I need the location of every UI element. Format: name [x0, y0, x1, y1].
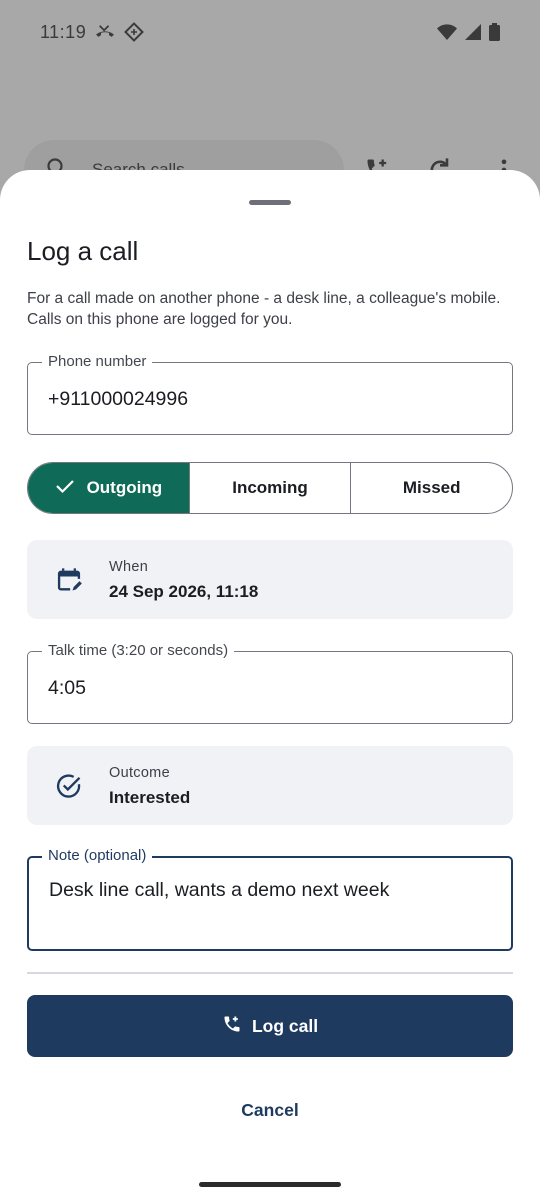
- call-direction-selector: Outgoing Incoming Missed: [27, 462, 513, 514]
- log-call-sheet: Log a call For a call made on another ph…: [0, 170, 540, 1200]
- log-call-button[interactable]: Log call: [27, 995, 513, 1057]
- segment-missed[interactable]: Missed: [351, 463, 512, 513]
- phone-number-label: Phone number: [42, 353, 153, 371]
- talk-time-field[interactable]: Talk time (3:20 or seconds) 4:05: [27, 642, 513, 724]
- cancel-button-label: Cancel: [241, 1099, 299, 1120]
- check-circle-icon: [55, 772, 83, 805]
- segment-missed-label: Missed: [402, 478, 461, 497]
- wifi-icon: [437, 24, 457, 40]
- missed-call-icon: [94, 24, 116, 40]
- note-value[interactable]: Desk line call, wants a demo next week: [49, 879, 389, 902]
- talk-time-label: Talk time (3:20 or seconds): [42, 642, 235, 660]
- check-icon: [55, 478, 75, 499]
- drag-handle[interactable]: [249, 200, 291, 205]
- sheet-description: For a call made on another phone - a des…: [27, 290, 501, 328]
- segment-incoming[interactable]: Incoming: [190, 463, 352, 513]
- outcome-card[interactable]: Outcome Interested: [27, 746, 513, 825]
- note-label: Note (optional): [42, 847, 153, 865]
- when-label: When: [109, 559, 149, 575]
- talk-time-value[interactable]: 4:05: [48, 677, 86, 700]
- gesture-navigation-bar[interactable]: [199, 1182, 341, 1187]
- when-card[interactable]: When 24 Sep 2026, 11:18: [27, 540, 513, 619]
- outcome-label: Outcome: [109, 765, 170, 781]
- outcome-value: Interested: [109, 788, 191, 807]
- calendar-edit-icon: [55, 566, 83, 599]
- add-call-icon: [222, 1014, 242, 1039]
- segment-outgoing[interactable]: Outgoing: [28, 463, 190, 513]
- note-field[interactable]: Note (optional) Desk line call, wants a …: [27, 847, 513, 951]
- phone-number-value[interactable]: +911000024996: [48, 388, 188, 411]
- divider: [27, 972, 513, 974]
- log-call-button-label: Log call: [251, 1015, 319, 1036]
- segment-incoming-label: Incoming: [232, 478, 308, 497]
- phone-number-field[interactable]: Phone number +911000024996: [27, 353, 513, 435]
- battery-icon: [489, 23, 500, 41]
- segment-outgoing-label: Outgoing: [86, 478, 163, 497]
- when-value: 24 Sep 2026, 11:18: [109, 582, 259, 601]
- status-bar: 11:19: [0, 0, 540, 64]
- signal-icon: [465, 24, 481, 40]
- sheet-title: Log a call: [27, 236, 139, 266]
- status-time: 11:19: [40, 21, 87, 42]
- app-notification-icon: [124, 22, 145, 42]
- cancel-button[interactable]: Cancel: [200, 1090, 340, 1130]
